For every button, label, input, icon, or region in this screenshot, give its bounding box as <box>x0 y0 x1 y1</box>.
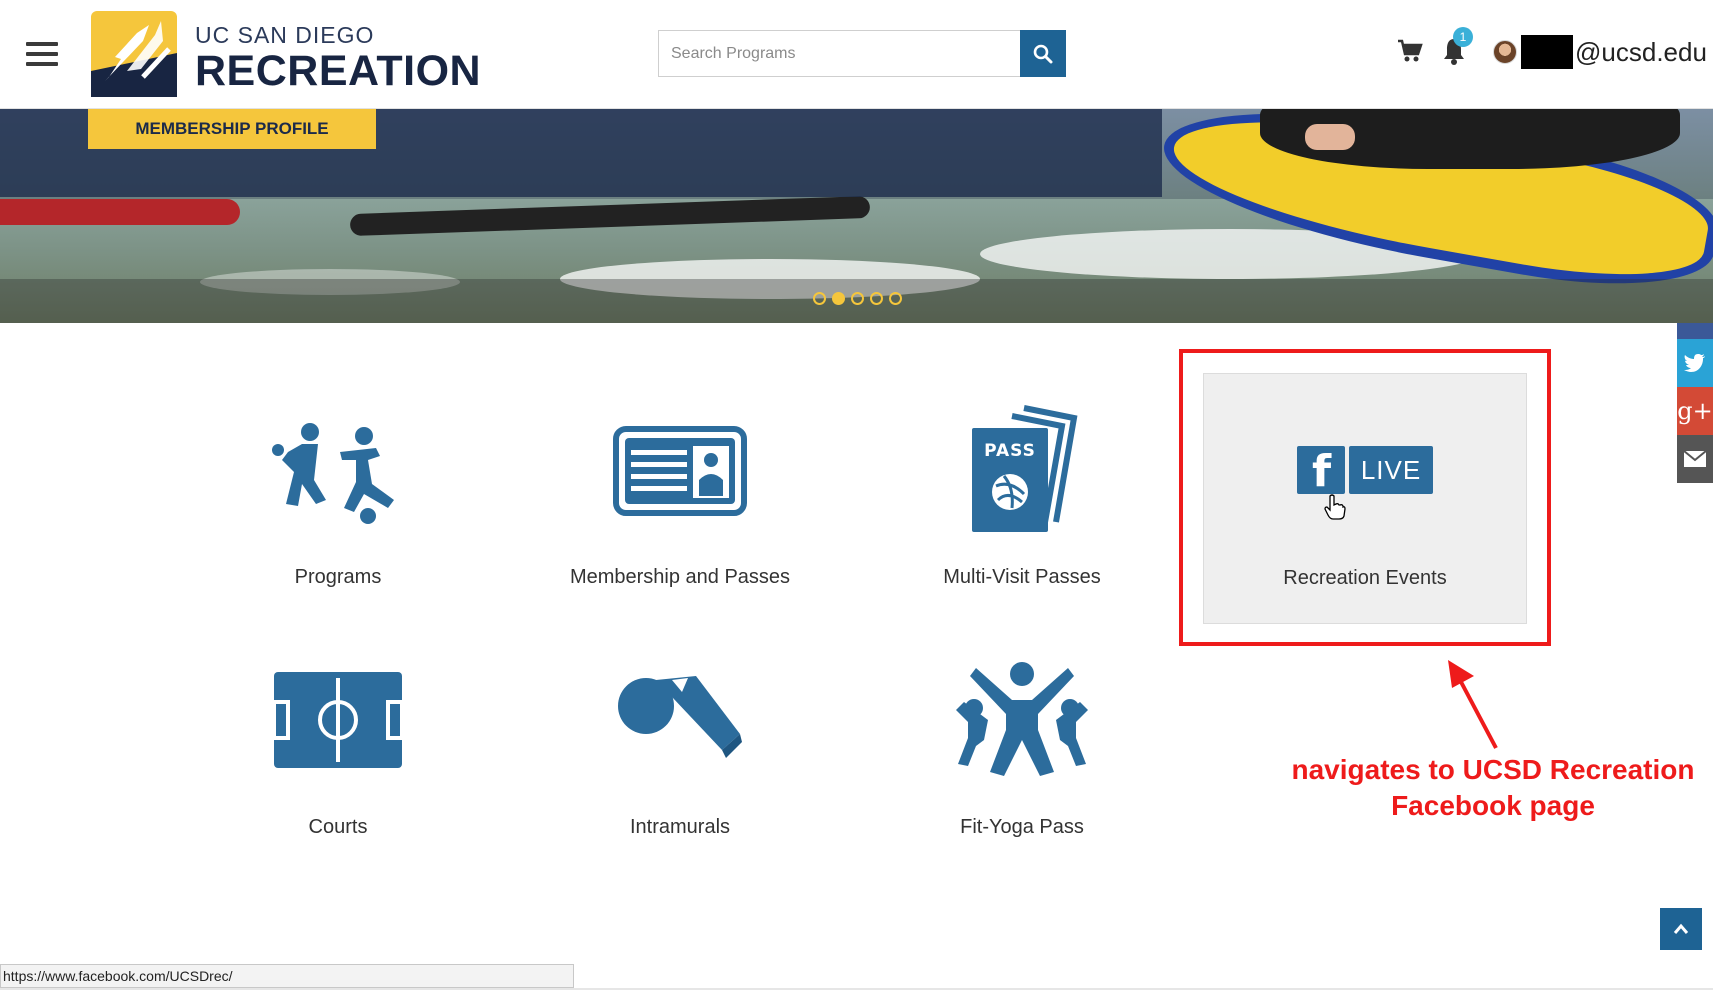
tile-recreation-events[interactable]: f LIVE Recreation Events <box>1203 373 1527 624</box>
tile-label: Membership and Passes <box>569 566 791 588</box>
avatar[interactable] <box>1493 40 1517 64</box>
annotation-text: navigates to UCSD Recreation Facebook pa… <box>1268 752 1713 824</box>
scroll-to-top-button[interactable] <box>1660 908 1702 950</box>
tile-label: Recreation Events <box>1283 567 1447 589</box>
id-card-icon <box>613 426 747 516</box>
carousel-dot-5[interactable] <box>889 292 902 305</box>
search-input[interactable] <box>658 30 1020 77</box>
notification-badge: 1 <box>1453 27 1473 47</box>
site-header: UC SAN DIEGO RECREATION 1 <box>0 0 1713 109</box>
tile-multi-visit-passes[interactable]: PASS Multi-Visit Passes <box>857 374 1187 624</box>
ucsd-recreation-logo[interactable] <box>91 11 177 97</box>
google-plus-share-button[interactable]: g+ <box>1677 387 1713 435</box>
tile-intramurals[interactable]: Intramurals <box>515 630 845 880</box>
search-button[interactable] <box>1020 30 1066 77</box>
carousel-dot-3[interactable] <box>851 292 864 305</box>
annotation-line-1: navigates to UCSD Recreation <box>1291 754 1695 785</box>
whistle-icon <box>618 676 742 758</box>
carousel-dots <box>813 292 902 305</box>
court-field-icon <box>274 672 402 768</box>
envelope-icon <box>1684 451 1706 467</box>
social-share-bar: g+ <box>1677 323 1713 483</box>
sports-players-icon <box>272 423 394 524</box>
membership-profile-button[interactable]: MEMBERSHIP PROFILE <box>88 109 376 149</box>
annotation-line-2: Facebook page <box>1391 790 1595 821</box>
tile-courts[interactable]: Courts <box>173 630 503 880</box>
menu-icon[interactable] <box>26 42 58 66</box>
tile-label: Courts <box>308 816 368 838</box>
tile-label: Fit-Yoga Pass <box>960 816 1084 838</box>
annotation-arrow-icon <box>1448 660 1498 749</box>
pass-tickets-icon: PASS <box>972 405 1078 532</box>
redacted-username <box>1521 35 1573 69</box>
google-plus-icon: g+ <box>1677 397 1713 425</box>
facebook-live-icon: f LIVE <box>1297 446 1433 497</box>
carousel-dot-2[interactable] <box>832 292 845 305</box>
brand-name[interactable]: UC SAN DIEGO RECREATION <box>195 22 481 94</box>
hand-cursor-icon <box>1324 494 1346 520</box>
tile-fit-yoga-pass[interactable]: Fit-Yoga Pass <box>857 630 1187 880</box>
fitness-people-icon <box>956 662 1088 776</box>
brand-top: UC SAN DIEGO <box>195 22 375 48</box>
browser-status-url: https://www.facebook.com/UCSDrec/ <box>0 964 574 988</box>
user-email: @ucsd.edu <box>1575 36 1707 67</box>
tile-label: Intramurals <box>629 816 731 838</box>
email-share-button[interactable] <box>1677 435 1713 483</box>
twitter-icon <box>1684 354 1705 372</box>
tile-membership-and-passes[interactable]: Membership and Passes <box>515 374 845 624</box>
carousel-dot-4[interactable] <box>870 292 883 305</box>
tile-label: Programs <box>294 566 382 588</box>
search-icon <box>1033 44 1053 63</box>
page: UC SAN DIEGO RECREATION 1 <box>0 0 1713 990</box>
cart-icon[interactable] <box>1397 38 1423 64</box>
brand-main: RECREATION <box>195 47 482 95</box>
user-account[interactable]: @ucsd.edu <box>1521 35 1707 69</box>
chevron-up-icon <box>1673 923 1689 934</box>
twitter-share-button[interactable] <box>1677 339 1713 387</box>
live-text: LIVE <box>1360 454 1422 485</box>
search-bar <box>658 30 1066 77</box>
tile-label: Multi-Visit Passes <box>943 566 1101 588</box>
tile-programs[interactable]: Programs <box>173 374 503 624</box>
svg-text:PASS: PASS <box>984 441 1036 461</box>
carousel-dot-1[interactable] <box>813 292 826 305</box>
facebook-share-button[interactable] <box>1677 323 1713 339</box>
facebook-icon: f <box>1312 446 1332 497</box>
